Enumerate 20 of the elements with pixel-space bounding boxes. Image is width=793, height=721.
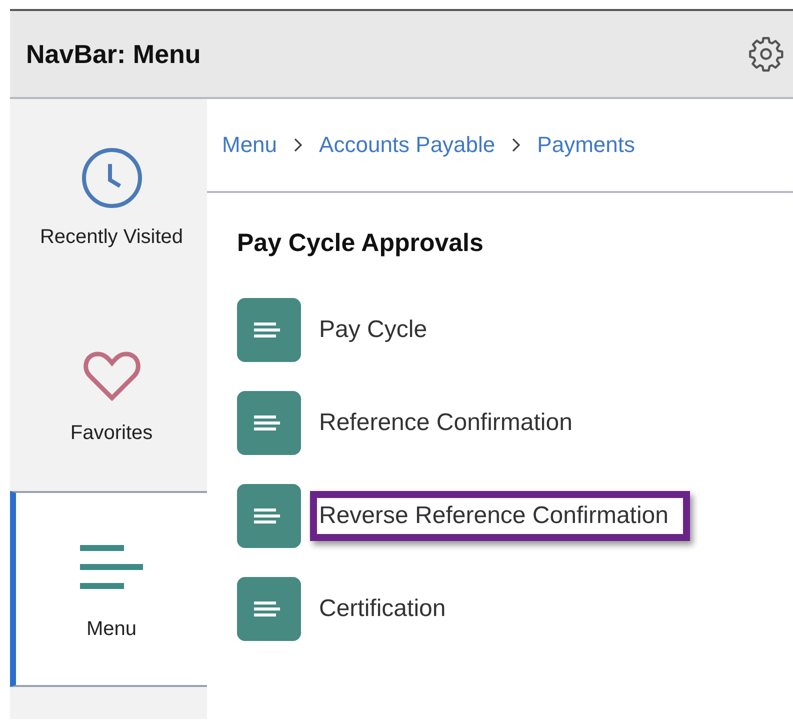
component-link[interactable]: Reference Confirmation bbox=[310, 398, 582, 448]
breadcrumb-link[interactable]: Accounts Payable bbox=[319, 132, 496, 158]
section-title: Pay Cycle Approvals bbox=[237, 229, 484, 258]
sidebar-item[interactable]: Menu bbox=[10, 491, 207, 687]
clock-icon bbox=[80, 146, 144, 210]
sidebar-item[interactable]: Recently Visited bbox=[10, 99, 207, 295]
document-tile-icon[interactable] bbox=[237, 298, 301, 362]
breadcrumb-link[interactable]: Payments bbox=[537, 132, 635, 158]
sidebar-item[interactable]: Favorites bbox=[10, 295, 207, 491]
component-link[interactable]: Certification bbox=[310, 584, 455, 634]
chevron-icon bbox=[293, 137, 304, 153]
settings-icon[interactable] bbox=[747, 35, 785, 73]
component-link[interactable]: Pay Cycle bbox=[310, 304, 436, 354]
document-tile-icon[interactable] bbox=[237, 484, 301, 548]
component-link[interactable]: Reverse Reference Confirmation bbox=[310, 490, 690, 540]
document-tile-icon[interactable] bbox=[237, 390, 301, 454]
page-title: NavBar: Menu bbox=[26, 38, 201, 70]
document-tile-icon[interactable] bbox=[237, 576, 301, 640]
breadcrumb-link[interactable]: Menu bbox=[222, 132, 278, 158]
chevron-icon bbox=[511, 137, 522, 153]
